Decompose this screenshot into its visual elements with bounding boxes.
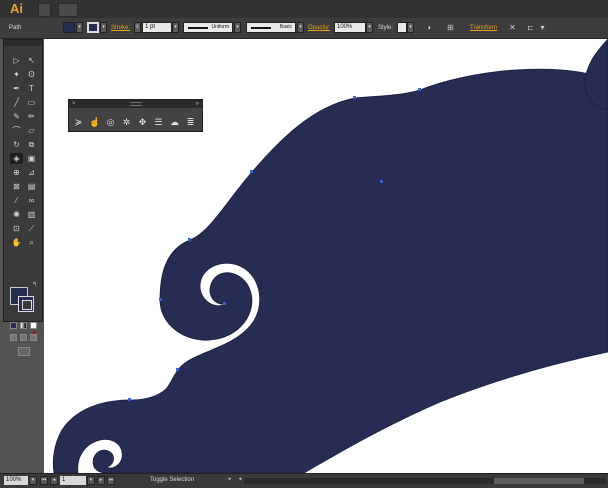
floating-tool-panel: × » ≽ ☝ ◎ ✲ ✥ ☰ ☁ ≣ (68, 99, 203, 132)
style-dropdown-icon[interactable]: ▾ (407, 22, 414, 33)
profile-dropdown-icon[interactable]: ▾ (234, 22, 241, 33)
width-tool-icon[interactable]: ◈ (10, 153, 23, 164)
direct-selection-tool-icon[interactable]: ↖ (25, 55, 38, 66)
graphic-style-swatch[interactable] (397, 22, 407, 33)
next-artboard-icon[interactable]: ▸ (97, 476, 105, 485)
symbol-sprayer-tool-icon[interactable]: ✺ (10, 209, 23, 220)
status-text: Toggle Selection (150, 477, 195, 483)
eraser-tool-icon[interactable]: ▱ (25, 125, 38, 136)
bridge-button[interactable] (38, 3, 51, 17)
recolor-artwork-icon[interactable]: ◑ (424, 23, 433, 32)
selection-type-label: Path (9, 25, 22, 31)
style-label: Style: (378, 25, 394, 31)
stroke-dropdown-icon[interactable]: ▾ (100, 22, 107, 33)
pen-tool-icon[interactable]: ✒ (10, 83, 23, 94)
eyedropper-tool-icon[interactable]: ⁄ (10, 195, 23, 206)
screen-mode-icon[interactable] (18, 347, 30, 356)
brush-definition[interactable]: Basic (246, 22, 296, 33)
prev-artboard-icon[interactable]: ◂ (50, 476, 58, 485)
fill-color-swatch[interactable] (63, 22, 75, 33)
blob-brush-tool-icon[interactable]: ⌒ (10, 125, 23, 136)
first-artboard-icon[interactable]: ⏮ (40, 476, 48, 485)
collapse-icon[interactable]: » (196, 100, 199, 108)
variable-width-profile[interactable]: Uniform (183, 22, 233, 33)
gradient-mode-icon[interactable] (20, 322, 27, 329)
align-options-icon[interactable]: ⊞ (446, 23, 455, 32)
zoom-tool-icon[interactable]: ⌕ (25, 237, 38, 248)
crystallize-icon[interactable]: ☁ (169, 117, 180, 128)
pucker-icon[interactable]: ✲ (121, 117, 132, 128)
profile-label: Uniform (211, 24, 229, 30)
stroke-panel-link[interactable]: Stroke: (111, 25, 130, 31)
tools-panel-grip[interactable] (4, 40, 42, 46)
panel-grip[interactable] (130, 102, 142, 106)
hand-tool-icon[interactable]: ✋ (10, 237, 23, 248)
brush-dropdown-icon[interactable]: ▾ (297, 22, 304, 33)
more-options-icon[interactable]: ▾ (538, 23, 547, 32)
transform-panel-link[interactable]: Transform (470, 25, 497, 31)
scallop-icon[interactable]: ☰ (153, 117, 164, 128)
stroke-color-swatch[interactable] (87, 22, 99, 33)
arrange-documents-button[interactable] (58, 3, 78, 17)
status-menu-icon[interactable]: ▸ (226, 476, 234, 485)
pencil-tool-icon[interactable]: ✏ (25, 111, 38, 122)
zoom-dropdown-icon[interactable]: ▾ (29, 476, 37, 485)
perspective-grid-tool-icon[interactable]: ⊿ (25, 167, 38, 178)
artboard-number-field[interactable]: 1 (60, 476, 86, 485)
draw-normal-icon[interactable] (10, 334, 17, 341)
mesh-tool-icon[interactable]: ⊠ (10, 181, 23, 192)
paintbrush-tool-icon[interactable]: ✎ (10, 111, 23, 122)
blend-tool-icon[interactable]: ∞ (25, 195, 38, 206)
rotate-tool-icon[interactable]: ↻ (10, 139, 23, 150)
status-bar: 100% ▾ ⏮ ◂ 1 ▾ ▸ ⏭ Toggle Selection ▸ ◂ (0, 473, 608, 488)
column-graph-tool-icon[interactable]: ▥ (25, 209, 38, 220)
opacity-input[interactable]: 100% (334, 22, 366, 33)
draw-behind-icon[interactable] (20, 334, 27, 341)
wrinkle-icon[interactable]: ≣ (185, 117, 196, 128)
gradient-tool-icon[interactable]: ▤ (25, 181, 38, 192)
control-bar: Path ▾ ▾ Stroke: ⇕ 1 pt ▾ Uniform ▾ Basi… (0, 18, 608, 39)
app-logo: Ai (10, 1, 23, 16)
brush-line (251, 27, 271, 29)
twirl-icon[interactable]: ◎ (105, 117, 116, 128)
magic-wand-tool-icon[interactable]: ✦ (10, 69, 23, 80)
stroke-stepper-icon[interactable]: ⇕ (134, 22, 141, 33)
transform-options-icon[interactable]: ✕ (508, 23, 517, 32)
app-bar: Ai (0, 0, 608, 19)
rectangle-tool-icon[interactable]: ▭ (25, 97, 38, 108)
opacity-panel-link[interactable]: Opacity: (308, 25, 330, 31)
type-tool-icon[interactable]: T (25, 83, 38, 94)
fill-dropdown-icon[interactable]: ▾ (76, 22, 83, 33)
scale-tool-icon[interactable]: ⧉ (25, 139, 38, 150)
warp-icon[interactable]: ☝ (89, 117, 100, 128)
stroke-swatch[interactable] (18, 296, 34, 312)
scrollbar-thumb[interactable] (494, 478, 584, 484)
free-transform-tool-icon[interactable]: ▣ (25, 153, 38, 164)
selection-tool-icon[interactable]: ▷ (10, 55, 23, 66)
bloat-icon[interactable]: ✥ (137, 117, 148, 128)
slice-tool-icon[interactable]: ⟋ (25, 223, 38, 234)
shape-builder-tool-icon[interactable]: ⊕ (10, 167, 23, 178)
tools-panel: ▷ ↖ ✦ ʘ ✒ T ╱ ▭ ✎ ✏ ⌒ ▱ ↻ ⧉ ◈ ▣ ⊕ ⊿ ⊠ ▤ … (3, 39, 43, 356)
zoom-level-field[interactable]: 100% (4, 476, 28, 485)
line-tool-icon[interactable]: ╱ (10, 97, 23, 108)
last-artboard-icon[interactable]: ⏭ (107, 476, 115, 485)
opacity-dropdown-icon[interactable]: ▾ (366, 22, 373, 33)
close-icon[interactable]: × (72, 100, 76, 108)
stroke-weight-input[interactable]: 1 pt (142, 22, 172, 33)
artboard-dropdown-icon[interactable]: ▾ (87, 476, 95, 485)
stroke-weight-dropdown-icon[interactable]: ▾ (172, 22, 179, 33)
profile-line (188, 27, 208, 29)
horizontal-scrollbar[interactable] (244, 478, 606, 484)
draw-inside-icon[interactable] (30, 334, 37, 341)
swap-colors-icon[interactable]: ↰ (28, 280, 41, 291)
color-mode-icon[interactable] (10, 322, 17, 329)
isolate-group-icon[interactable]: ⊏ (526, 23, 535, 32)
none-mode-icon[interactable] (30, 322, 37, 337)
brush-label: Basic (279, 24, 292, 30)
scroll-left-icon[interactable]: ◂ (236, 476, 244, 485)
artboard-tool-icon[interactable]: ⊡ (10, 223, 23, 234)
width-tool-icon[interactable]: ≽ (73, 117, 84, 128)
lasso-tool-icon[interactable]: ʘ (25, 69, 38, 80)
